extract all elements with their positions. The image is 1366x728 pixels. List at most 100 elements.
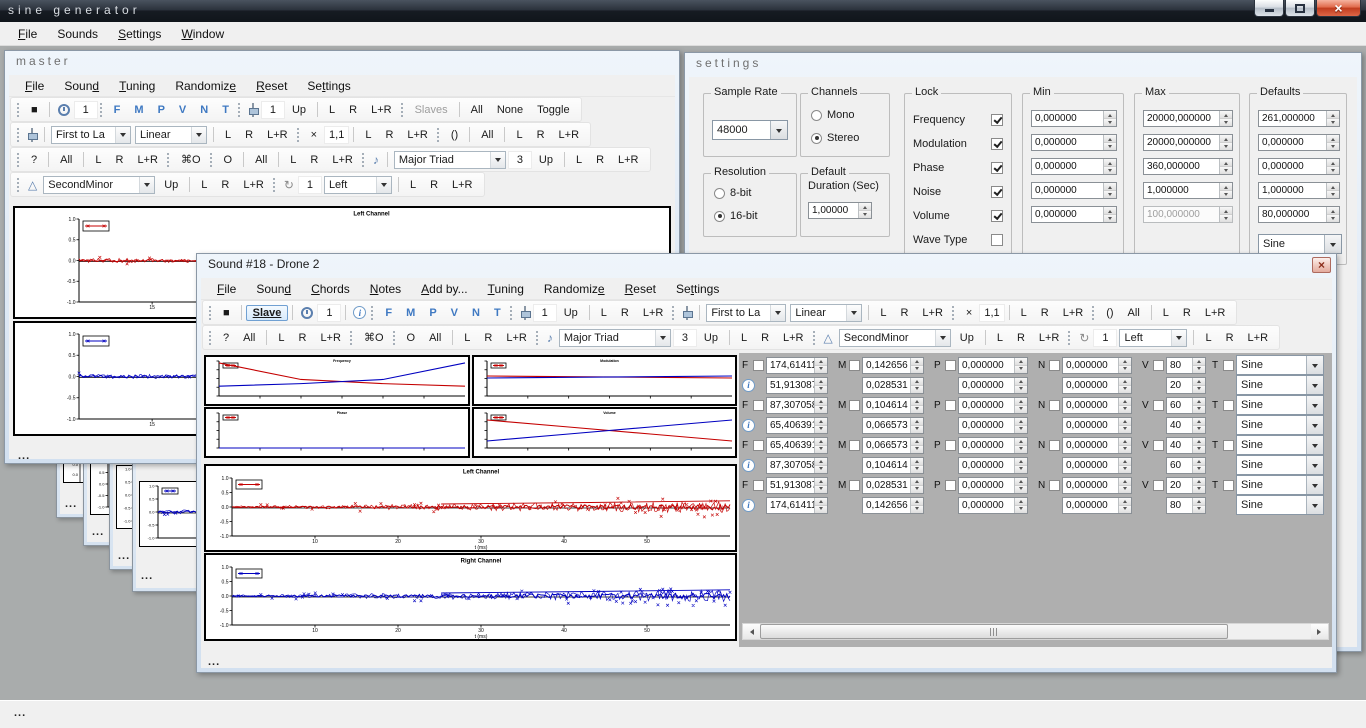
sound-menu-tuning[interactable]: Tuning [478,280,534,298]
spin-up-icon[interactable] [911,458,923,466]
scroll-left-arrow[interactable] [743,624,760,639]
param-spinner-f[interactable]: 87,307058 [766,457,828,474]
fader-icon[interactable] [248,102,258,118]
param-spinner-p[interactable]: 0,000000 [958,377,1028,394]
defaults-spinner-2[interactable]: 0,000000 [1258,158,1340,175]
toolbar-grip[interactable] [209,152,213,168]
wave-type-select[interactable]: Sine [1258,234,1342,254]
param-spinner-f[interactable]: 174,61411 [766,497,828,514]
spin-down-icon[interactable] [911,386,923,393]
button-l-r[interactable]: L+R [1198,305,1233,321]
button-l[interactable]: L [88,152,108,168]
info-icon[interactable]: i [742,459,755,472]
spin-down-icon[interactable] [1193,386,1205,393]
spin-down-icon[interactable] [1193,446,1205,453]
spin-up-icon[interactable] [1119,458,1131,466]
checkbox-modulation[interactable] [991,138,1003,150]
spin-down-icon[interactable] [1104,119,1116,126]
button-r[interactable]: R [342,102,364,118]
sound-menu-randomize[interactable]: Randomize [534,280,615,298]
min-spinner-4[interactable]: 0,000000 [1031,206,1117,223]
master-menu-file[interactable]: File [15,77,54,95]
button-l[interactable]: L [990,330,1010,346]
button-l[interactable]: L [194,177,214,193]
spin-up-icon[interactable] [1193,458,1205,466]
wave-select[interactable]: Sine [1236,475,1324,495]
param-spinner-v[interactable]: 20 [1166,377,1206,394]
param-spinner-f[interactable]: 65,406391 [766,437,828,454]
toggle-modulation[interactable]: M [127,102,150,118]
param-spinner-f[interactable]: 174,61411 [766,357,828,374]
spin-up-icon[interactable] [1327,135,1339,143]
wave-select[interactable]: Sine [1236,455,1324,475]
param-spinner-n[interactable]: 0,000000 [1062,497,1132,514]
spin-down-icon[interactable] [1015,486,1027,493]
radio-8bit[interactable]: 8-bit [714,187,751,199]
spin-up-icon[interactable] [1015,458,1027,466]
toolbar-grip[interactable] [349,330,353,346]
info-icon[interactable]: i [742,379,755,392]
button-l-r[interactable]: L+R [499,330,534,346]
param-checkbox-v[interactable] [1153,480,1164,491]
spin-up-icon[interactable] [1015,478,1027,486]
param-spinner-v[interactable]: 80 [1166,497,1206,514]
spin-down-icon[interactable] [1327,119,1339,126]
circle-button[interactable]: O [217,152,240,168]
stop-button[interactable]: ■ [24,102,45,118]
wave-select[interactable]: Sine [1236,375,1324,395]
param-spinner-v[interactable]: 20 [1166,477,1206,494]
spin-down-icon[interactable] [815,466,827,473]
spin-down-icon[interactable] [1104,191,1116,198]
spin-down-icon[interactable] [1119,506,1131,513]
param-spinner-n[interactable]: 0,000000 [1062,417,1132,434]
chord-up-button[interactable]: Up [697,330,725,346]
spin-down-icon[interactable] [1015,466,1027,473]
spinner-arrows[interactable] [910,358,923,373]
button-r[interactable]: R [614,305,636,321]
spin-up-icon[interactable] [911,378,923,386]
spin-up-icon[interactable] [1015,498,1027,506]
spinner-arrows[interactable] [1118,378,1131,393]
button-l[interactable]: L [569,152,589,168]
sound-close-button[interactable]: × [1312,257,1331,273]
spin-down-icon[interactable] [815,426,827,433]
spinner-arrows[interactable] [814,438,827,453]
param-spinner-m[interactable]: 0,104614 [862,397,924,414]
param-checkbox-n[interactable] [1049,480,1060,491]
sound-menu-add-by[interactable]: Add by... [411,280,477,298]
spin-down-icon[interactable] [1220,167,1232,174]
spinner-arrows[interactable] [1118,498,1131,513]
toggle-frequency[interactable]: F [107,102,128,118]
spin-down-icon[interactable] [1104,167,1116,174]
toggle-noise[interactable]: N [193,102,215,118]
minimize-button[interactable] [1254,0,1284,17]
spinner-arrows[interactable] [1219,207,1232,222]
toolbar-grip[interactable] [535,330,539,346]
button-r[interactable]: R [291,330,313,346]
spinner-arrows[interactable] [1192,438,1205,453]
spin-up-icon[interactable] [1193,438,1205,446]
button-l[interactable]: L [218,127,238,143]
spinner-arrows[interactable] [1118,438,1131,453]
button-all[interactable]: All [1121,305,1147,321]
spin-down-icon[interactable] [1104,143,1116,150]
spin-down-icon[interactable] [1119,466,1131,473]
toolbar-grip[interactable] [16,177,20,193]
radio-stereo[interactable]: Stereo [811,132,859,144]
param-checkbox-t[interactable] [1223,480,1234,491]
spin-up-icon[interactable] [1104,183,1116,191]
button-l-r[interactable]: L+R [776,330,811,346]
param-checkbox-v[interactable] [1153,360,1164,371]
param-checkbox-n[interactable] [1049,440,1060,451]
checkbox-phase[interactable] [991,162,1003,174]
rotate-count-input[interactable]: 1 [298,176,322,194]
wave-select[interactable]: Sine [1236,495,1324,515]
spin-down-icon[interactable] [815,386,827,393]
duration-spinner[interactable]: 1,00000 [808,202,872,219]
button-r[interactable]: R [530,127,552,143]
param-checkbox-f[interactable] [753,360,764,371]
spin-up-icon[interactable] [1193,358,1205,366]
spin-down-icon[interactable] [1327,143,1339,150]
circle-button[interactable]: O [400,330,423,346]
interpolation-select[interactable]: Linear [790,304,862,322]
